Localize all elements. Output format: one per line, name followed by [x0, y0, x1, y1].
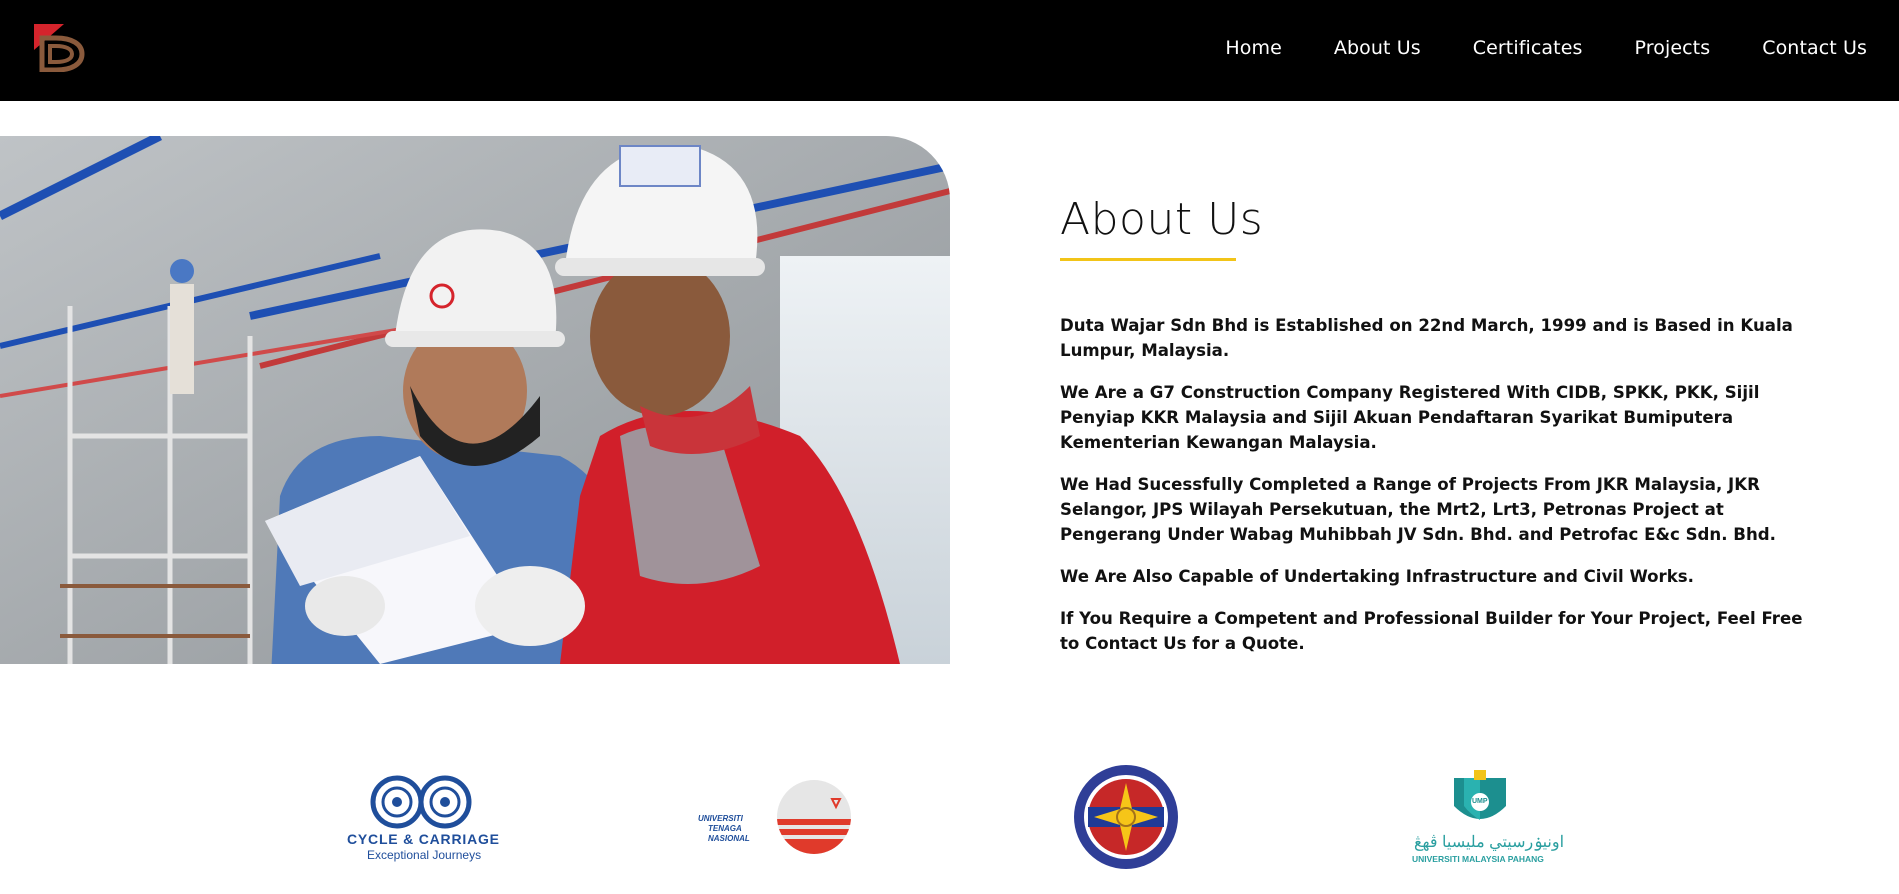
- cycle-carriage-mark-icon: [370, 775, 472, 829]
- cycle-carriage-logo: CYCLE & CARRIAGE Exceptional Journeys: [345, 775, 500, 865]
- about-paragraph-projects: We Had Sucessfully Completed a Range of …: [1060, 475, 1776, 545]
- uniten-line2: TENAGA: [708, 824, 742, 833]
- uniten-logo: UNIVERSITI TENAGA NASIONAL: [698, 777, 851, 857]
- about-title: About Us: [1060, 194, 1264, 245]
- ump-badge: UMP: [1472, 798, 1488, 805]
- top-navbar: Home About Us Certificates Projects Cont…: [0, 0, 1899, 101]
- main-nav: Home About Us Certificates Projects Cont…: [1225, 0, 1867, 96]
- company-logo-icon[interactable]: [34, 24, 88, 73]
- uniten-line1: UNIVERSITI: [698, 814, 743, 823]
- about-paragraph-registration: We Are a G7 Construction Company Registe…: [1060, 383, 1760, 453]
- about-paragraph-established: Duta Wajar Sdn Bhd is Established on 22n…: [1060, 316, 1793, 361]
- partner-logos: CYCLE & CARRIAGE Exceptional Journeys UN…: [0, 755, 1899, 875]
- about-paragraph-contact: If You Require a Competent and Professio…: [1060, 609, 1803, 654]
- uniten-line3: NASIONAL: [708, 834, 750, 843]
- nav-about-link[interactable]: About Us: [1334, 37, 1421, 59]
- title-underline: [1060, 258, 1236, 262]
- nav-home-link[interactable]: Home: [1225, 37, 1282, 59]
- nav-certificates-link[interactable]: Certificates: [1473, 37, 1583, 59]
- uniten-circle-icon: [777, 780, 851, 854]
- upnm-logo: [1072, 763, 1180, 871]
- ump-name: UNIVERSITI MALAYSIA PAHANG: [1412, 854, 1544, 864]
- nav-contact-link[interactable]: Contact Us: [1762, 37, 1867, 59]
- cycle-carriage-tagline: Exceptional Journeys: [367, 848, 482, 862]
- upnm-crest-icon: [1074, 765, 1178, 869]
- about-paragraph-capabilities: We Are Also Capable of Undertaking Infra…: [1060, 567, 1694, 587]
- nav-projects-link[interactable]: Projects: [1635, 37, 1711, 59]
- construction-workers-photo: [0, 136, 950, 664]
- about-section: About Us Duta Wajar Sdn Bhd is Establish…: [1060, 194, 1820, 673]
- cycle-carriage-name: CYCLE & CARRIAGE: [347, 831, 500, 847]
- ump-logo: UMP اونيۏرسيتي مليسيا ڤهڠ UNIVERSITI MAL…: [1408, 770, 1564, 870]
- ump-jawi-name: اونيۏرسيتي مليسيا ڤهڠ: [1414, 834, 1565, 851]
